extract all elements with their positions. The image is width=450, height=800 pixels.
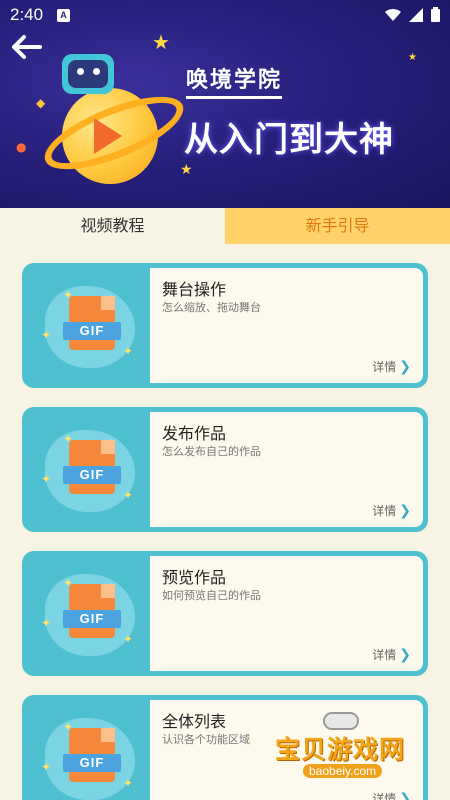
wifi-icon: [385, 8, 401, 21]
tutorial-card[interactable]: GIF ✦ ✦ ✦ 发布作品 怎么发布自己的作品 详情 ❯: [22, 407, 428, 532]
battery-icon: [431, 7, 440, 22]
card-body: 舞台操作 怎么缩放、拖动舞台 详情 ❯: [150, 268, 423, 383]
card-title: 舞台操作: [162, 280, 227, 299]
sparkle-icon: ✦: [63, 288, 74, 302]
detail-label: 详情: [372, 504, 397, 518]
sparkle-icon: ✦: [63, 432, 74, 446]
sparkle-icon: ✦: [41, 328, 52, 342]
gif-badge: GIF: [63, 610, 121, 628]
title-underline: [186, 96, 282, 99]
robot-eye-left: [77, 68, 84, 75]
sparkle-icon: ✦: [123, 776, 134, 790]
sparkle-icon: ✦: [41, 616, 52, 630]
detail-link[interactable]: 详情 ❯: [372, 502, 411, 519]
header-banner: 2:40 A ★ ★ ★ ◆ ● 唤境学院 从入门到大神: [0, 0, 450, 208]
chevron-right-icon: ❯: [399, 646, 411, 663]
detail-label: 详情: [372, 360, 397, 374]
watermark-url: baobeiy.com: [303, 764, 383, 778]
detail-label: 详情: [372, 792, 397, 800]
sparkle-icon: ✦: [123, 632, 134, 646]
notification-a-icon: A: [57, 9, 70, 22]
gif-badge: GIF: [63, 466, 121, 484]
detail-link[interactable]: 详情 ❯: [372, 358, 411, 375]
status-icons: [385, 7, 440, 22]
signal-icon: [409, 7, 423, 22]
gif-fold: [101, 728, 115, 742]
sparkle-icon: ✦: [123, 488, 134, 502]
star-icon: ★: [152, 30, 170, 54]
card-description: 怎么发布自己的作品: [162, 445, 261, 458]
status-bar: 2:40 A: [0, 0, 450, 32]
tab-bar: 视频教程 新手引导: [0, 208, 450, 244]
detail-link[interactable]: 详情 ❯: [372, 646, 411, 663]
card-title: 发布作品: [162, 424, 227, 443]
back-arrow-icon[interactable]: [10, 34, 42, 60]
star-icon: ★: [180, 162, 193, 178]
gamepad-icon: [323, 712, 359, 730]
star-icon: ★: [408, 52, 417, 63]
robot-face: [68, 60, 108, 88]
gif-badge: GIF: [63, 754, 121, 772]
card-description: 怎么缩放、拖动舞台: [162, 301, 261, 314]
status-time: 2:40: [10, 5, 44, 24]
sparkle-icon: ✦: [63, 576, 74, 590]
card-body: 预览作品 如何预览自己的作品 详情 ❯: [150, 556, 423, 671]
card-art: GIF ✦ ✦ ✦: [27, 700, 150, 800]
sparkle-icon: ✦: [123, 344, 134, 358]
chevron-right-icon: ❯: [399, 502, 411, 519]
card-description: 如何预览自己的作品: [162, 589, 261, 602]
tutorial-card[interactable]: GIF ✦ ✦ ✦ 预览作品 如何预览自己的作品 详情 ❯: [22, 551, 428, 676]
card-art: GIF ✦ ✦ ✦: [27, 556, 150, 671]
gif-badge: GIF: [63, 322, 121, 340]
sparkle-icon: ✦: [41, 760, 52, 774]
gif-fold: [101, 296, 115, 310]
tab-beginner-guide[interactable]: 新手引导: [225, 208, 450, 244]
academy-title: 唤境学院: [186, 68, 283, 93]
card-description: 认识各个功能区域: [162, 733, 250, 746]
card-title: 全体列表: [162, 712, 227, 731]
banner-slogan: 从入门到大神: [184, 120, 394, 160]
gif-fold: [101, 440, 115, 454]
tutorial-card[interactable]: GIF ✦ ✦ ✦ 舞台操作 怎么缩放、拖动舞台 详情 ❯: [22, 263, 428, 388]
chevron-right-icon: ❯: [399, 358, 411, 375]
detail-link[interactable]: 详情 ❯: [372, 790, 411, 800]
card-body: 发布作品 怎么发布自己的作品 详情 ❯: [150, 412, 423, 527]
watermark-name: 宝贝游戏网: [275, 735, 406, 764]
gif-fold: [101, 584, 115, 598]
sparkle-icon: ✦: [41, 472, 52, 486]
play-icon: [94, 118, 122, 154]
dot-icon: ●: [16, 140, 27, 154]
sparkle-icon: ✦: [63, 720, 74, 734]
watermark-logo: 宝贝游戏网 baobeiy.com: [275, 712, 425, 782]
tab-video-tutorial[interactable]: 视频教程: [0, 208, 225, 244]
card-art: GIF ✦ ✦ ✦: [27, 268, 150, 383]
diamond-icon: ◆: [36, 96, 46, 110]
detail-label: 详情: [372, 648, 397, 662]
chevron-right-icon: ❯: [399, 790, 411, 800]
card-art: GIF ✦ ✦ ✦: [27, 412, 150, 527]
card-title: 预览作品: [162, 568, 227, 587]
robot-eye-right: [93, 68, 100, 75]
